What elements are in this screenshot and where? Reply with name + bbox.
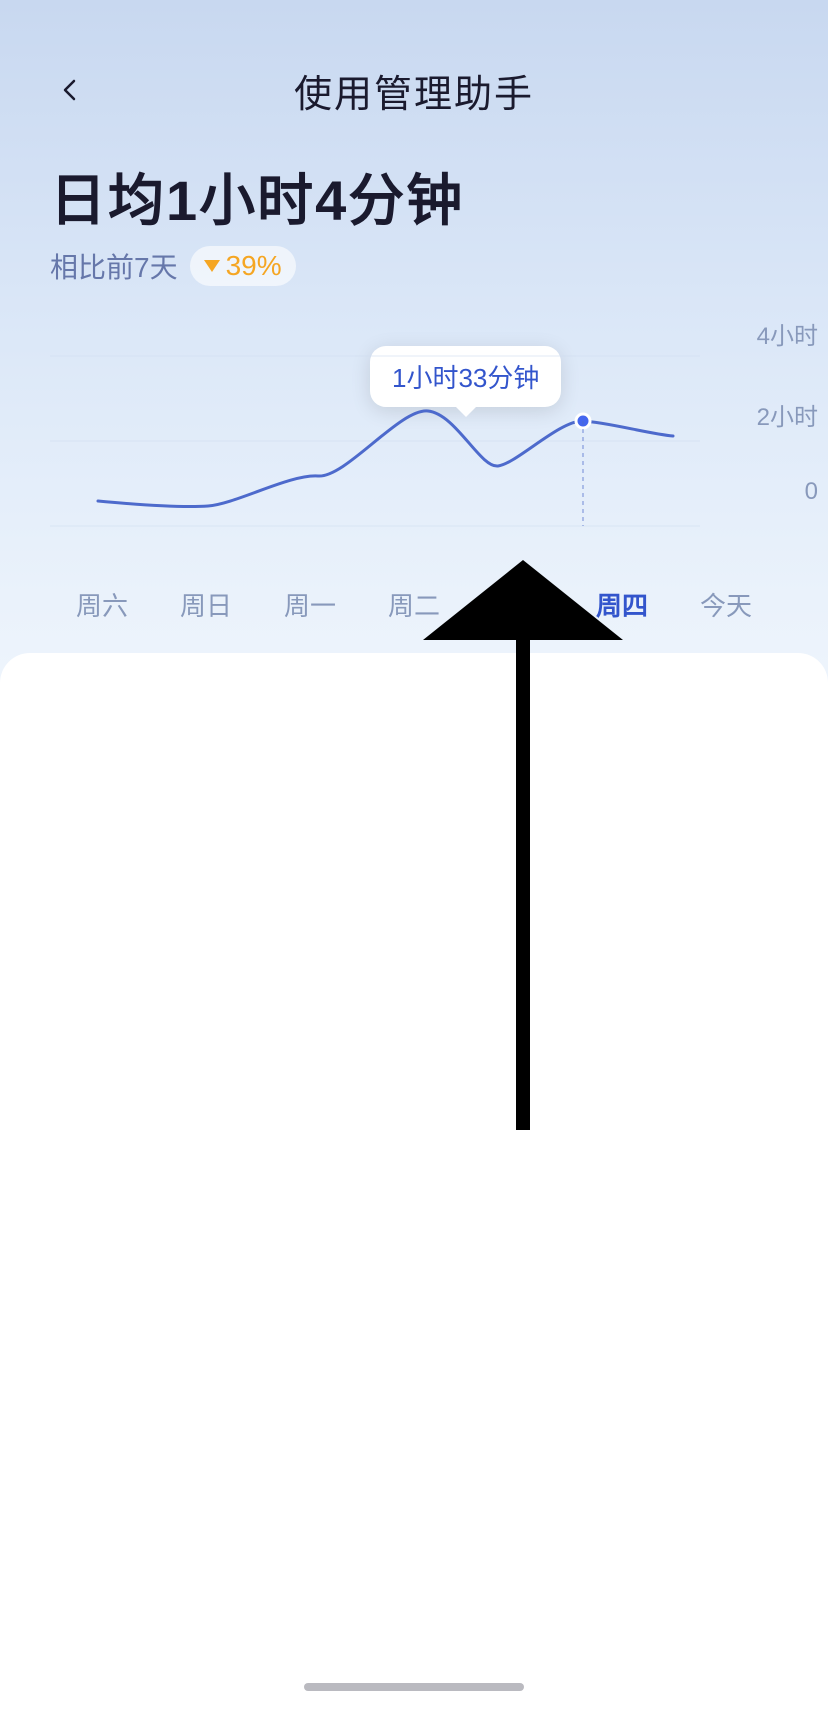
page-wrapper: 使用管理助手 日均1小时4分钟 相比前7天 39% 1小时33分钟 4小时 2小… <box>0 0 828 1709</box>
home-indicator <box>304 1683 524 1691</box>
chart-svg <box>50 346 730 536</box>
x-label-wed: 周三 <box>466 586 570 623</box>
x-label-sat: 周六 <box>50 586 154 623</box>
change-pct: 39% <box>226 250 282 282</box>
white-card <box>0 653 828 1709</box>
y-label-4h: 4小时 <box>757 316 818 351</box>
y-label-0: 0 <box>805 478 818 506</box>
x-label-today: 今天 <box>674 586 778 623</box>
stats-section: 日均1小时4分钟 相比前7天 39% <box>0 140 828 296</box>
page-title: 使用管理助手 <box>294 63 534 118</box>
header: 使用管理助手 <box>0 0 828 140</box>
x-axis-labels: 周六 周日 周一 周二 周三 周四 今天 <box>0 586 828 623</box>
y-axis-labels: 4小时 2小时 0 <box>757 316 818 506</box>
y-label-2h: 2小时 <box>757 397 818 432</box>
comparison-row: 相比前7天 39% <box>50 246 778 286</box>
x-label-mon: 周一 <box>258 586 362 623</box>
chart-container: 1小时33分钟 4小时 2小时 0 <box>0 316 828 576</box>
change-badge: 39% <box>190 246 296 286</box>
down-arrow-icon <box>204 260 220 272</box>
back-icon <box>56 76 84 104</box>
daily-avg-title: 日均1小时4分钟 <box>50 170 778 232</box>
x-label-sun: 周日 <box>154 586 258 623</box>
back-button[interactable] <box>40 60 100 120</box>
x-label-thu: 周四 <box>570 586 674 623</box>
x-label-tue: 周二 <box>362 586 466 623</box>
comparison-label: 相比前7天 <box>50 246 178 286</box>
